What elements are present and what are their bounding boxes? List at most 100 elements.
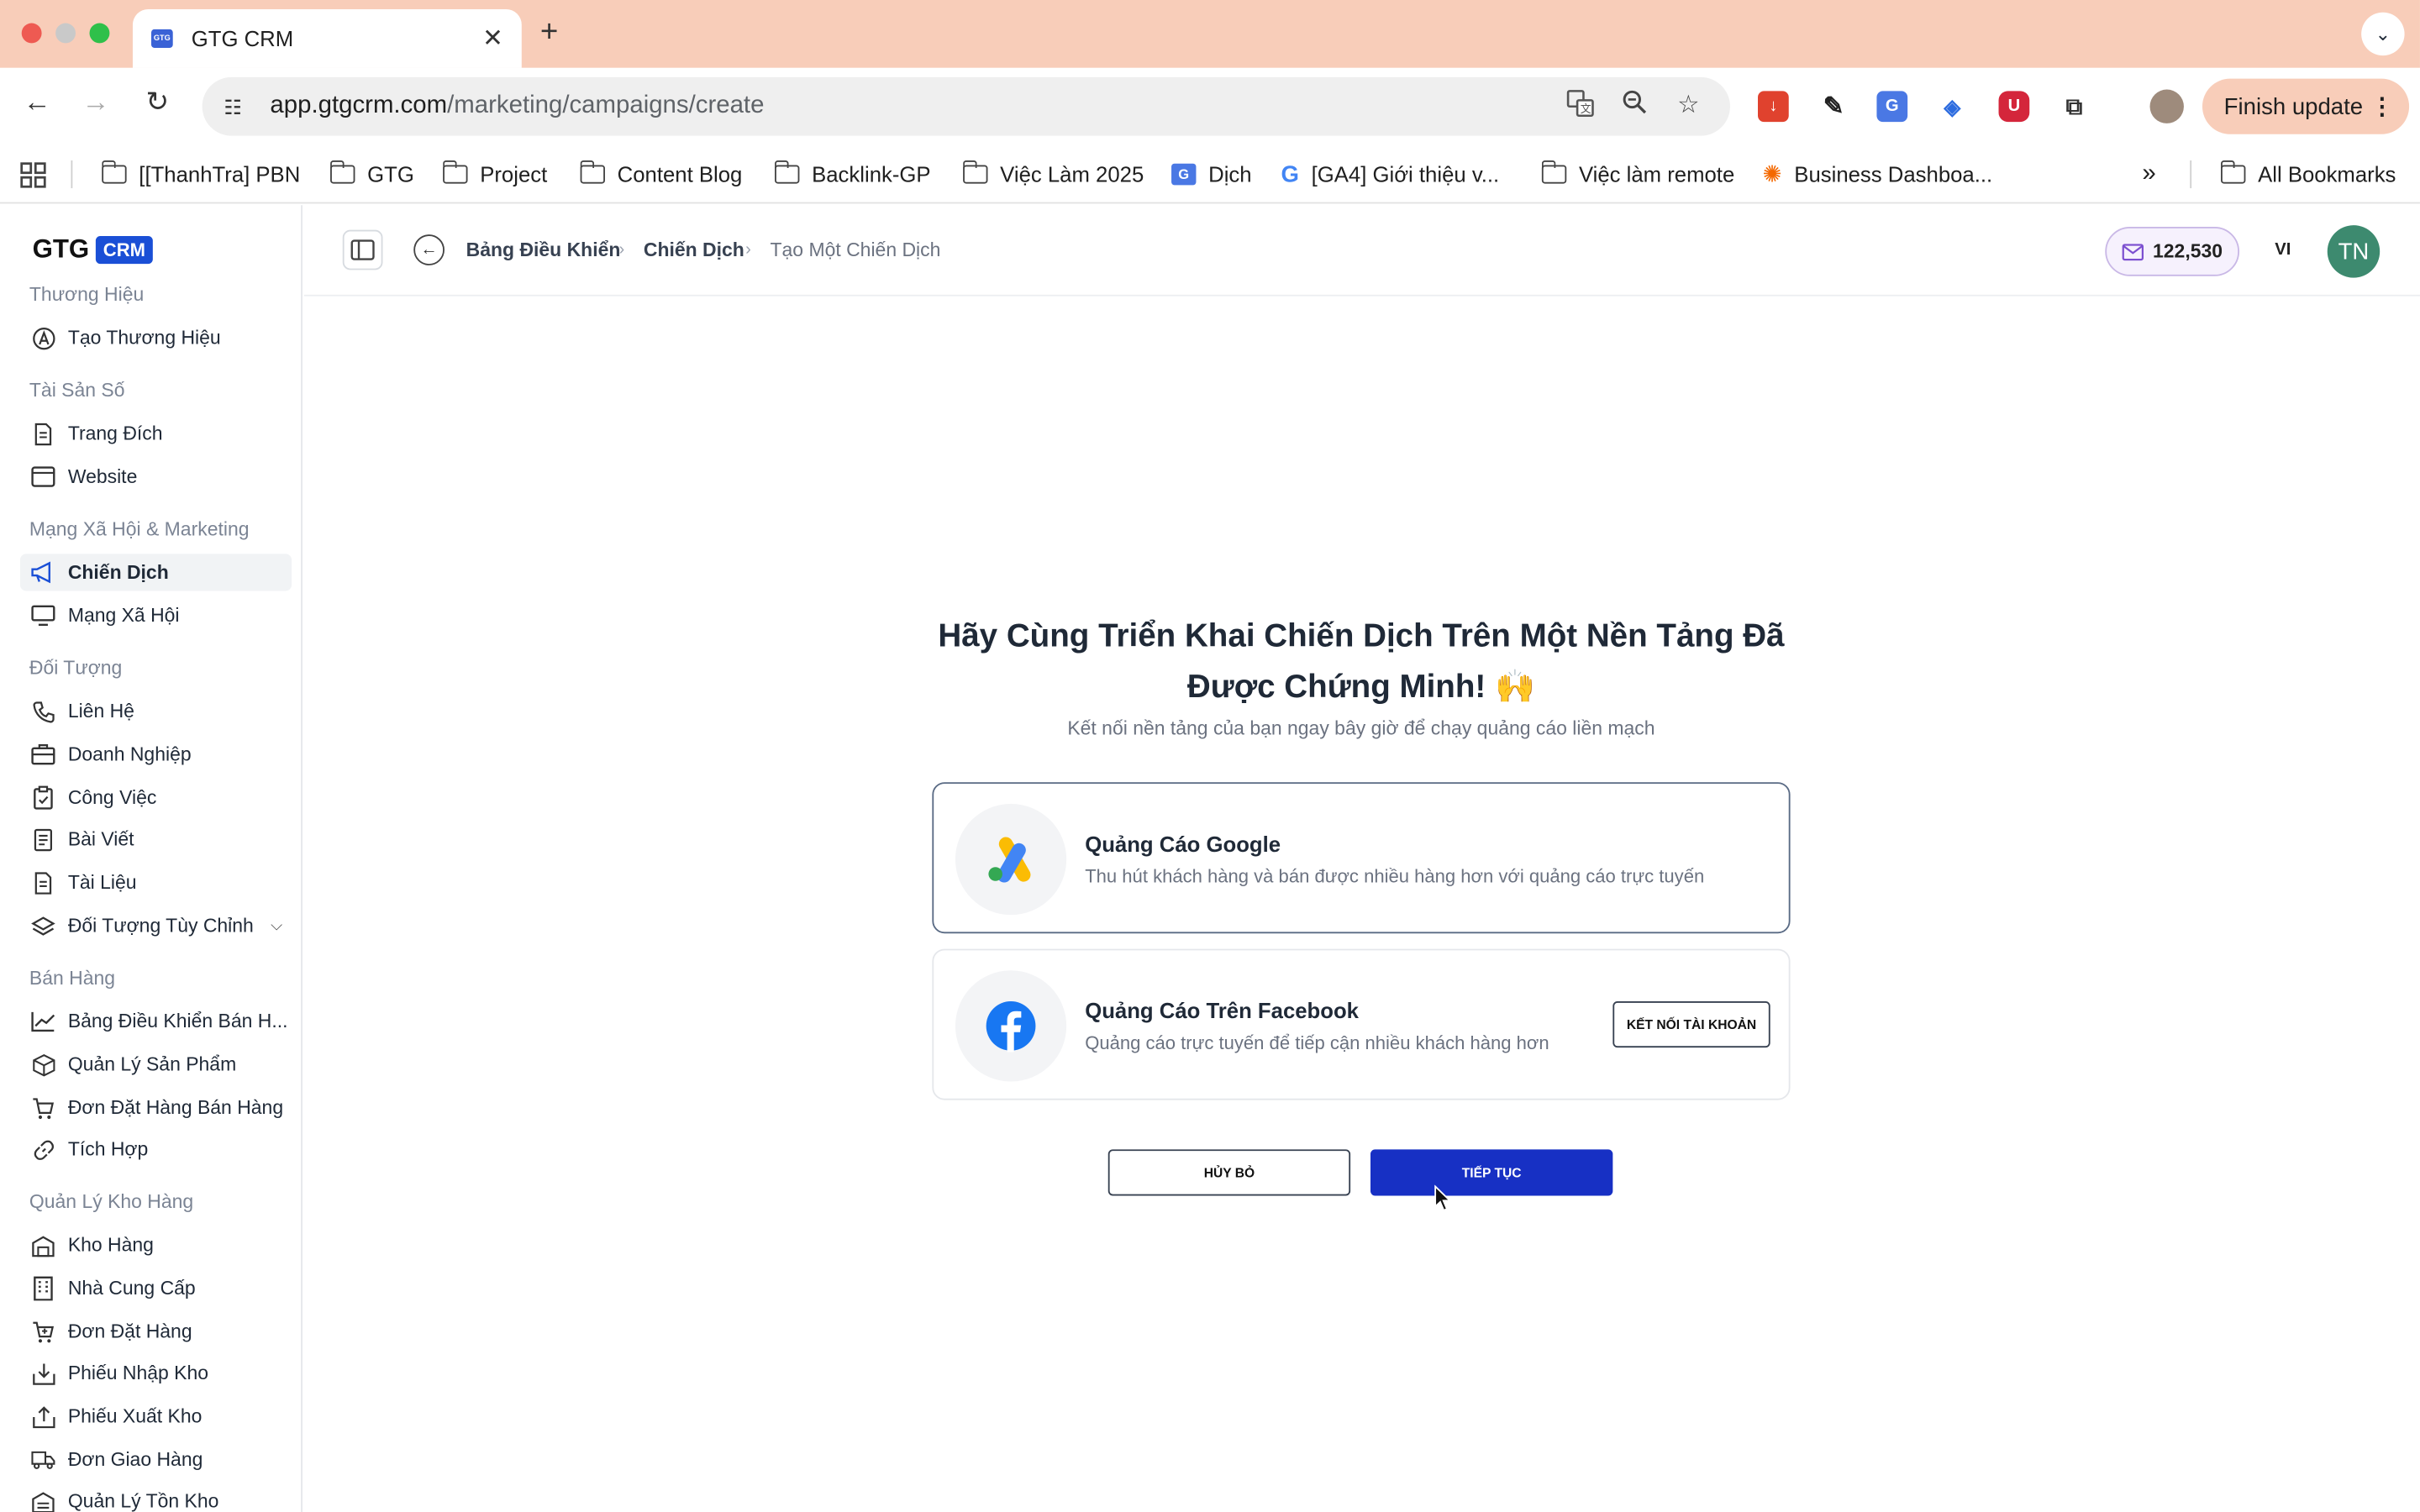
bookmark-item[interactable]: Content Blog (579, 145, 742, 204)
all-bookmarks-button[interactable]: All Bookmarks (2220, 145, 2396, 204)
sidebar-item-phieu-nhap-kho[interactable]: Phiếu Nhập Kho (20, 1355, 292, 1392)
sidebar-item-don-giao-hang[interactable]: Đơn Giao Hàng (20, 1441, 292, 1478)
breadcrumb-campaigns[interactable]: Chiến Dịch (644, 239, 744, 261)
sidebar-item-kho-hang[interactable]: Kho Hàng (20, 1226, 292, 1263)
close-window-button[interactable] (21, 23, 42, 44)
breadcrumb-chevron-icon: › (618, 240, 625, 260)
sidebar-item-quan-ly-san-pham[interactable]: Quản Lý Sản Phẩm (20, 1046, 292, 1083)
forward-icon[interactable]: → (77, 87, 114, 119)
bookmark-item[interactable]: Backlink-GP (774, 145, 931, 204)
mouse-cursor-icon (1434, 1184, 1452, 1212)
back-icon[interactable]: ← (18, 87, 55, 119)
sidebar-item-phieu-xuat-kho[interactable]: Phiếu Xuất Kho (20, 1398, 292, 1435)
close-tab-icon[interactable]: ✕ (482, 24, 503, 55)
bookmark-item[interactable]: Project (442, 145, 547, 204)
continue-button[interactable]: TIẾP TỤC (1370, 1149, 1613, 1196)
mail-icon (2122, 243, 2144, 260)
gtg-crm-logo[interactable]: GTG CRM (33, 234, 154, 265)
folder-icon (101, 160, 127, 184)
minimize-window-button[interactable] (55, 23, 76, 44)
sidebar-item-mang-xa-hoi[interactable]: Mạng Xã Hội (20, 597, 292, 634)
bookmark-item[interactable]: [[ThanhTra] PBN (101, 145, 300, 204)
cart-plus-icon (31, 1319, 55, 1343)
credits-badge[interactable]: 122,530 (2105, 226, 2240, 276)
sidebar-item-bang-dieu-khien-ban-hang[interactable]: Bảng Điều Khiển Bán H... (20, 1003, 292, 1040)
folder-icon (579, 160, 605, 184)
folder-icon (774, 160, 800, 184)
sidebar-item-don-dat-hang[interactable]: Đơn Đặt Hàng (20, 1313, 292, 1350)
layers-icon (31, 913, 55, 937)
document-icon (31, 870, 55, 895)
back-arrow-icon[interactable]: ← (413, 234, 445, 265)
breadcrumb-dashboard[interactable]: Bảng Điều Khiển (466, 239, 621, 261)
bookmark-item[interactable]: G Dịch (1171, 145, 1252, 204)
sidebar-item-doanh-nghiep[interactable]: Doanh Nghiệp (20, 736, 292, 773)
grafana-icon: ✺ (1762, 161, 1782, 189)
facebook-ads-title: Quảng Cáo Trên Facebook (1085, 998, 1359, 1023)
brand-icon (31, 326, 55, 350)
sidebar-item-doi-tuong-tuy-chinh[interactable]: Đối Tượng Tùy Chỉnh ⌵ (20, 907, 292, 944)
site-settings-icon[interactable]: ☷ (224, 96, 248, 119)
zoom-window-button[interactable] (89, 23, 110, 44)
extensions-puzzle-icon[interactable]: ⧉ (2059, 91, 2090, 123)
shield-extension-icon[interactable]: U (1998, 91, 2030, 123)
translate-extension-icon[interactable]: G (1876, 91, 1908, 123)
language-switcher[interactable]: VI (2275, 241, 2291, 260)
finish-update-label: Finish update (2223, 93, 2364, 120)
link-icon (31, 1137, 55, 1162)
export-icon (31, 1404, 55, 1428)
svg-text:文: 文 (1581, 103, 1591, 116)
import-icon (31, 1361, 55, 1385)
finish-update-button[interactable]: Finish update ⋮ (2202, 78, 2410, 134)
gtg-favicon-icon: GTG (150, 29, 173, 48)
bookmark-star-icon[interactable]: ☆ (1671, 90, 1705, 121)
sidebar-section-title: Thương Hiệu (29, 283, 145, 306)
sidebar-item-bai-viet[interactable]: Bài Viết (20, 821, 292, 858)
shopping-extension-icon[interactable]: ↓ (1758, 91, 1789, 123)
bookmark-item[interactable]: Việc làm remote (1540, 145, 1734, 204)
sidebar-item-tai-lieu[interactable]: Tài Liệu (20, 864, 292, 901)
sidebar-item-nha-cung-cap[interactable]: Nhà Cung Cấp (20, 1270, 292, 1307)
bookmark-item[interactable]: GTG (329, 145, 414, 204)
google-ads-title: Quảng Cáo Google (1085, 831, 1281, 857)
toggle-sidebar-icon[interactable] (342, 229, 383, 270)
sidebar-item-quan-ly-ton-kho[interactable]: Quản Lý Tồn Kho (20, 1483, 292, 1512)
sidebar-item-chien-dich[interactable]: Chiến Dịch (19, 554, 292, 591)
more-menu-icon[interactable]: ⋮ (2370, 92, 2394, 120)
sidebar-item-tao-thuong-hieu[interactable]: Tạo Thương Hiệu (20, 319, 292, 356)
sidebar-item-don-dat-hang-ban-hang[interactable]: Đơn Đặt Hàng Bán Hàng (20, 1089, 292, 1126)
translate-page-icon[interactable]: 文 (1564, 90, 1597, 125)
cancel-button[interactable]: HỦY BỎ (1107, 1149, 1351, 1196)
apps-grid-icon[interactable] (20, 145, 46, 204)
sidebar-item-lien-he[interactable]: Liên Hệ (20, 693, 292, 730)
chevron-down-icon[interactable]: ⌵ (271, 917, 282, 934)
box-icon (31, 1053, 55, 1077)
url-path: /marketing/campaigns/create (447, 92, 765, 119)
browser-tab[interactable]: GTG GTG CRM ✕ (132, 9, 522, 68)
folder-icon (442, 160, 468, 184)
bookmarks-bar: [[ThanhTra] PBN GTG Project Content Blog… (0, 144, 2420, 204)
bookmark-item[interactable]: ✺ Business Dashboa... (1763, 145, 1993, 204)
more-bookmarks-icon[interactable]: » (2142, 145, 2155, 204)
new-tab-icon[interactable]: + (540, 15, 558, 50)
sidebar-section-title: Đối Tượng (29, 657, 123, 680)
tag-extension-icon[interactable]: ◈ (1937, 91, 1968, 123)
bookmark-item[interactable]: Việc Làm 2025 (962, 145, 1144, 204)
google-ads-card[interactable]: Quảng Cáo Google Thu hút khách hàng và b… (932, 782, 1791, 934)
facebook-icon (955, 970, 1067, 1082)
sidebar-item-cong-viec[interactable]: Công Việc (20, 780, 292, 816)
chart-icon (31, 1009, 55, 1033)
connect-account-button[interactable]: KẾT NỐI TÀI KHOẢN (1612, 1001, 1770, 1048)
tab-search-icon[interactable]: ⌄ (2361, 12, 2405, 56)
eyedropper-extension-icon[interactable]: ✎ (1818, 91, 1849, 123)
facebook-ads-card[interactable]: Quảng Cáo Trên Facebook Quảng cáo trực t… (932, 948, 1791, 1100)
sidebar-item-trang-dich[interactable]: Trang Đích (20, 415, 292, 452)
profile-avatar[interactable] (2149, 89, 2184, 123)
sidebar-item-website[interactable]: Website (20, 458, 292, 495)
bookmark-item[interactable]: G [GA4] Giới thiệu v... (1281, 145, 1499, 204)
sidebar-item-tich-hop[interactable]: Tích Hợp (20, 1131, 292, 1168)
zoom-icon[interactable] (1618, 90, 1651, 123)
user-avatar[interactable]: TN (2327, 225, 2381, 278)
reload-icon[interactable]: ↻ (139, 87, 176, 119)
address-bar[interactable]: ☷ app.gtgcrm.com/marketing/campaigns/cre… (202, 76, 1730, 136)
